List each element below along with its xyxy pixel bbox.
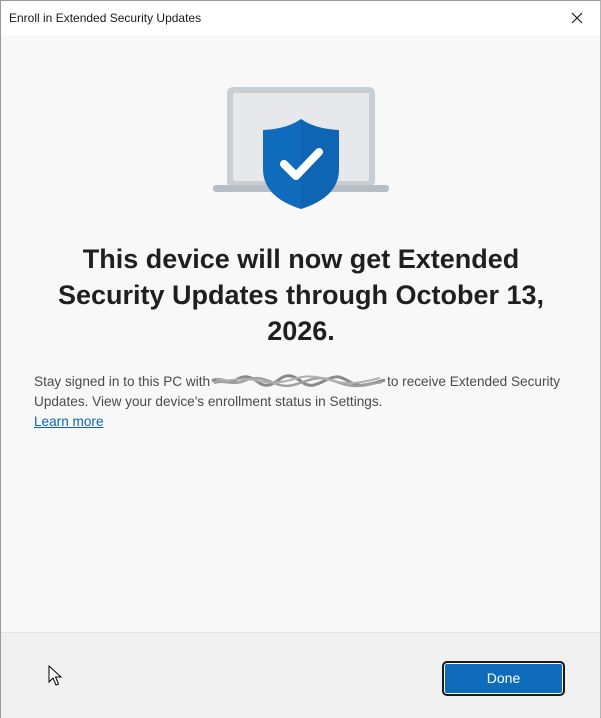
mouse-pointer-icon [48, 665, 62, 686]
dialog-window: Enroll in Extended Security Updates This… [0, 0, 601, 718]
close-icon [571, 12, 583, 24]
done-button[interactable]: Done [442, 661, 565, 696]
dialog-footer: Done [1, 632, 600, 718]
learn-more-link[interactable]: Learn more [34, 412, 104, 432]
page-title: This device will now get Extended Securi… [57, 244, 545, 346]
laptop-shield-check-icon [213, 87, 389, 209]
dialog-content: This device will now get Extended Securi… [1, 35, 600, 632]
title-bar: Enroll in Extended Security Updates [1, 1, 600, 35]
close-button[interactable] [554, 1, 600, 35]
window-title: Enroll in Extended Security Updates [9, 11, 202, 25]
description-prefix: Stay signed in to this PC with [34, 374, 211, 389]
description-text: Stay signed in to this PC with to receiv… [34, 372, 579, 412]
redacted-account-scribble [211, 374, 386, 388]
